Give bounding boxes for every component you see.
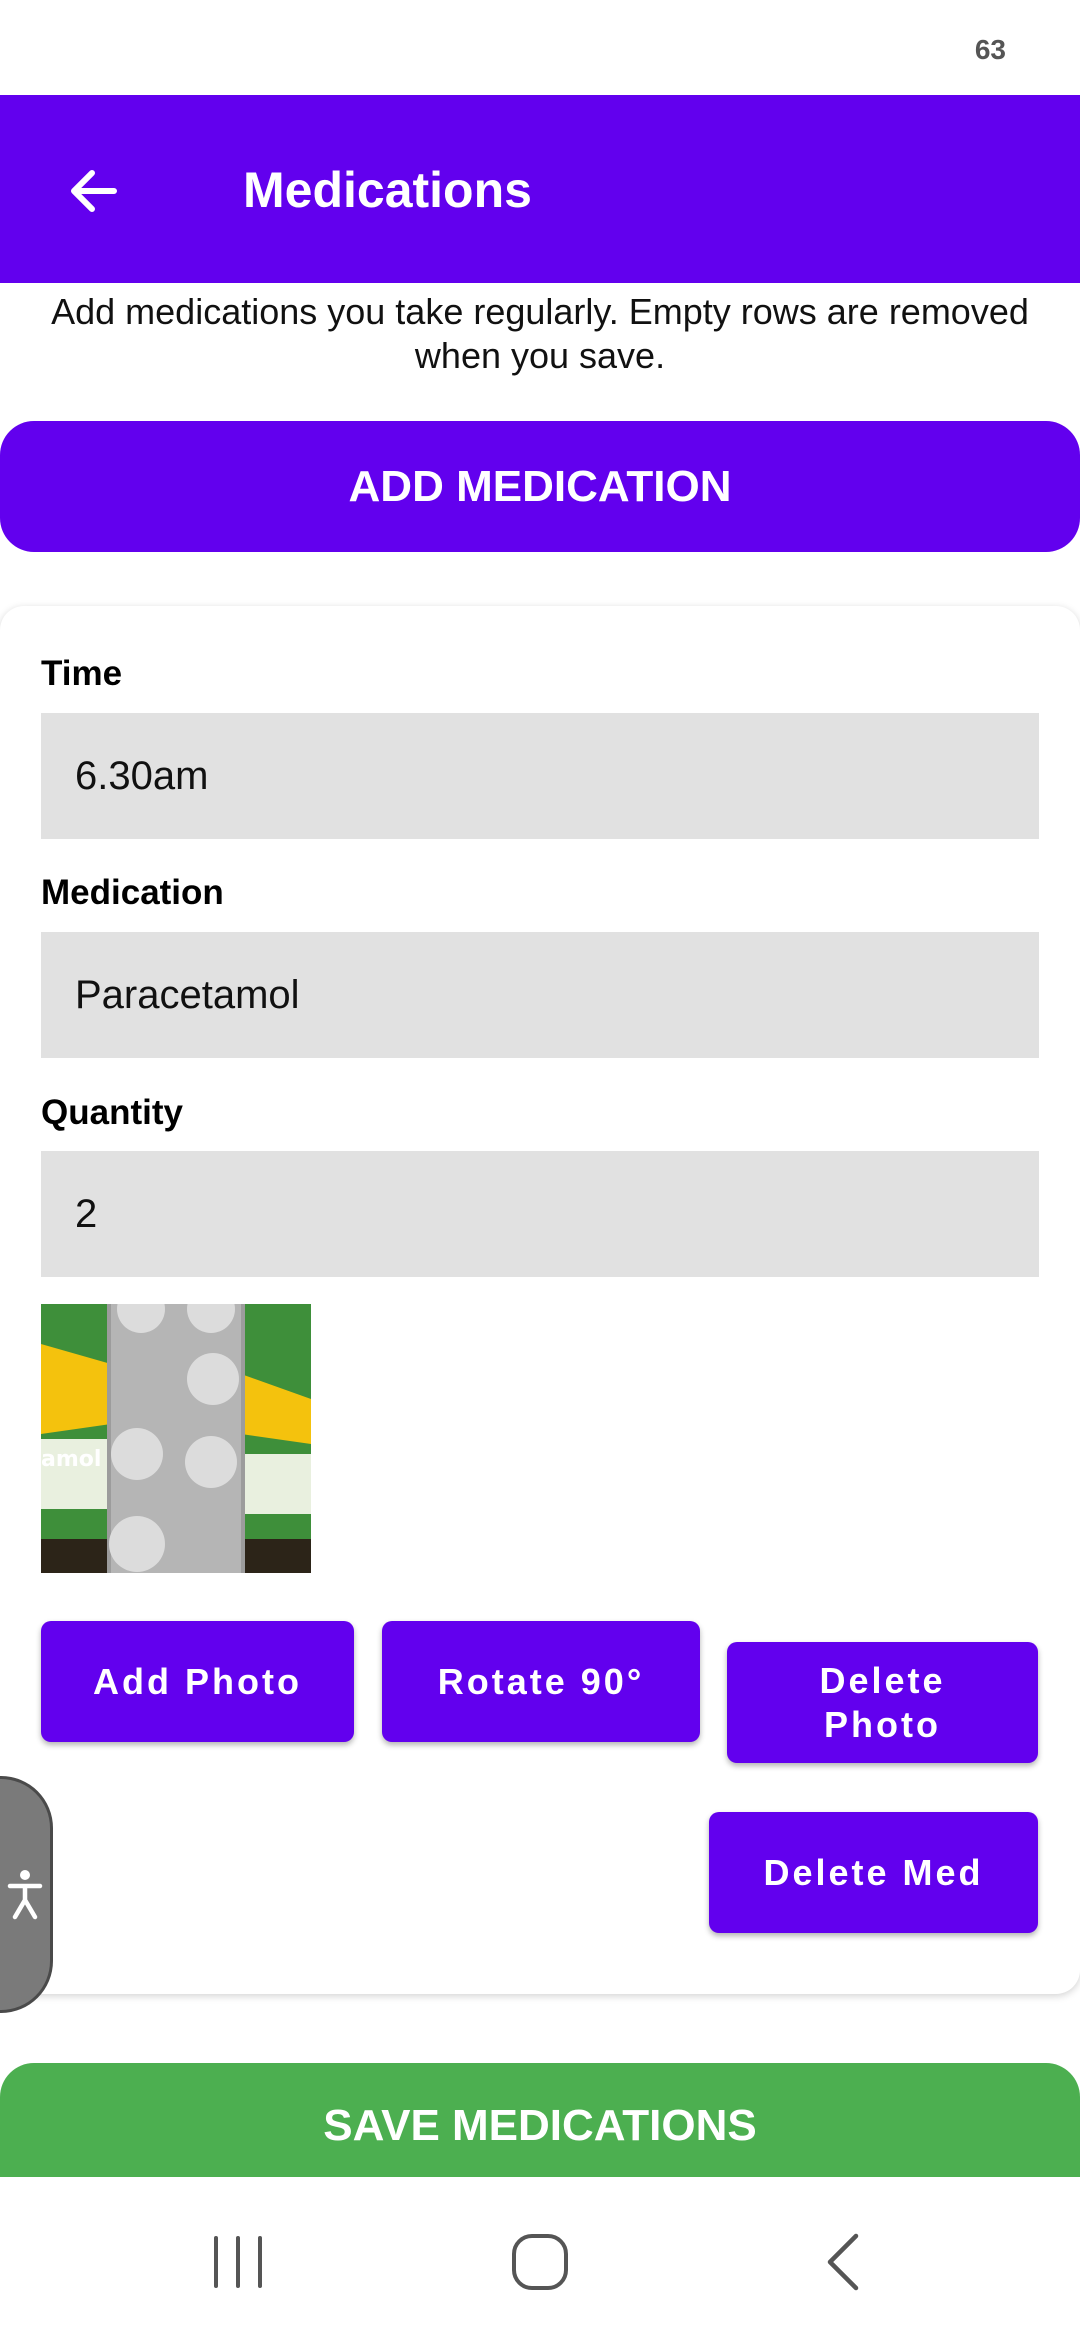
accessibility-tab[interactable] — [0, 1776, 53, 2013]
intro-text: Add medications you take regularly. Empt… — [51, 291, 1029, 376]
add-medication-button[interactable]: ADD MEDICATION — [0, 421, 1080, 552]
recents-button[interactable] — [193, 2222, 283, 2302]
delete-med-button[interactable]: Delete Med — [709, 1812, 1038, 1933]
back-chevron-icon — [827, 2233, 859, 2291]
battery-level: 63 — [974, 34, 1006, 65]
arrow-left-icon — [71, 170, 117, 212]
home-button[interactable] — [495, 2222, 585, 2302]
app-bar: Medications — [0, 95, 1080, 283]
status-bar: 63 — [0, 0, 1080, 95]
nav-back-button[interactable] — [797, 2222, 887, 2302]
system-nav-bar — [0, 2177, 1080, 2340]
quantity-label: Quantity — [41, 1093, 183, 1132]
photo-label-text: amol — [41, 1447, 101, 1472]
medication-input[interactable]: Paracetamol — [41, 932, 1039, 1058]
rotate-photo-button[interactable]: Rotate 90° — [382, 1621, 700, 1742]
medication-label: Medication — [41, 873, 224, 912]
time-label: Time — [41, 654, 123, 693]
quantity-input[interactable]: 2 — [41, 1151, 1039, 1277]
accessibility-icon — [7, 1869, 43, 1919]
time-input[interactable]: 6.30am — [41, 713, 1039, 839]
home-icon — [512, 2234, 568, 2290]
page-title: Medications — [243, 162, 532, 218]
medication-photo: amol — [41, 1304, 311, 1573]
recents-icon — [214, 2236, 262, 2288]
delete-photo-button[interactable]: Delete Photo — [727, 1642, 1038, 1763]
add-photo-button[interactable]: Add Photo — [41, 1621, 354, 1742]
back-button[interactable] — [52, 149, 136, 233]
